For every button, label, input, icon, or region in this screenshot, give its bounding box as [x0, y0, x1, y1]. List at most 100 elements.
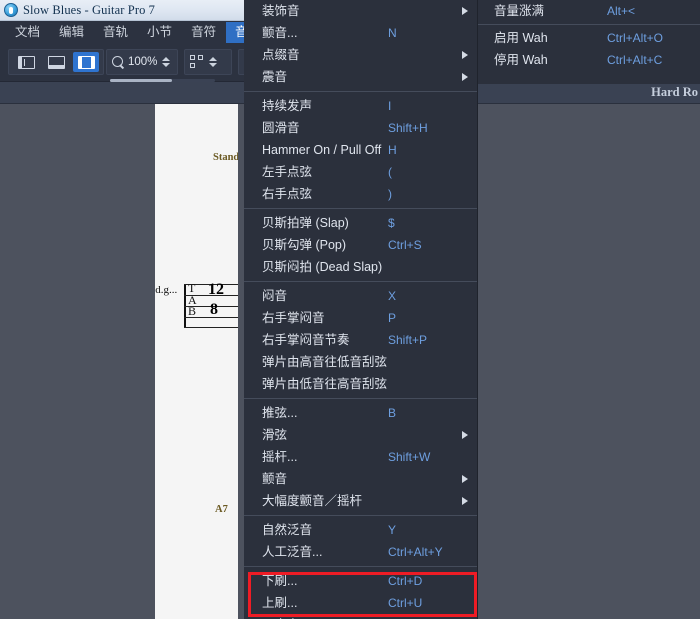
chevron-right-icon: [462, 431, 468, 439]
menu-item-pick-scrape-down[interactable]: 弹片由高音往低音刮弦: [244, 351, 477, 373]
menu-item-dead-slap[interactable]: 贝斯闷拍 (Dead Slap): [244, 256, 477, 278]
chevron-right-icon: [462, 51, 468, 59]
menubar-item-edit[interactable]: 编辑: [50, 22, 93, 43]
menu-item-label: 左手点弦: [262, 165, 313, 179]
horizontal-page-icon: [47, 55, 65, 69]
menu-separator: [244, 91, 477, 92]
menu-item-accelerator: Ctrl+D: [388, 574, 423, 588]
score-sheet[interactable]: Stand o.d.g... TAB 12 8 A7: [155, 104, 238, 619]
menubar-item-document[interactable]: 文档: [6, 22, 49, 43]
layout-stepper[interactable]: [208, 57, 217, 67]
submenu-item-label: 音量涨满: [494, 4, 545, 18]
menu-item-grace-note[interactable]: 装饰音: [244, 0, 477, 22]
menu-item-accelerator: Shift+P: [388, 333, 428, 347]
layout-control[interactable]: [184, 49, 232, 75]
chevron-up-icon: [208, 57, 217, 61]
view-horizontal-page-button[interactable]: [43, 52, 69, 72]
tab-system[interactable]: TAB 12 8: [184, 281, 238, 328]
menu-item-accelerator: Ctrl+S: [388, 238, 422, 252]
submenu-item-label: 启用 Wah: [494, 31, 548, 45]
chevron-down-icon: [208, 63, 217, 67]
time-signature-numerator: 12: [208, 281, 224, 298]
menu-item-label: 弹片由高音往低音刮弦: [262, 355, 388, 369]
menu-item-accelerator: Shift+H: [388, 121, 428, 135]
submenu-item-volume-swell[interactable]: 音量涨满 Alt+<: [478, 0, 700, 22]
menu-item-accelerator: X: [388, 289, 397, 303]
menu-item-pick-scrape-up[interactable]: 弹片由低音往高音刮弦: [244, 373, 477, 395]
menu-item-label: 贝斯勾弹 (Pop): [262, 238, 347, 252]
menu-separator: [244, 398, 477, 399]
search-icon: [112, 55, 125, 69]
menu-item-hammer-on-pull-off[interactable]: Hammer On / Pull Off H: [244, 139, 477, 161]
menu-item-label: 贝斯拍弹 (Slap): [262, 216, 349, 230]
menubar-item-bar[interactable]: 小节: [138, 22, 181, 43]
effects-submenu: 音量涨满 Alt+< 启用 Wah Ctrl+Alt+O 停用 Wah Ctrl…: [478, 0, 700, 84]
menu-item-dead-note[interactable]: 闷音 X: [244, 285, 477, 307]
menu-item-label: 震音: [262, 70, 288, 84]
menu-item-tremolo[interactable]: 震音: [244, 66, 477, 88]
time-signature-denominator: 8: [210, 301, 218, 318]
menu-separator: [244, 566, 477, 567]
menu-item-legato[interactable]: 圆滑音 Shift+H: [244, 117, 477, 139]
menu-item-accelerator: (: [388, 165, 392, 179]
chevron-right-icon: [462, 497, 468, 505]
chevron-right-icon: [462, 475, 468, 483]
menu-item-accelerator: $: [388, 216, 395, 230]
menubar-item-note[interactable]: 音符: [182, 22, 225, 43]
menu-item-accelerator: Y: [388, 523, 397, 537]
menu-item-label: 自然泛音: [262, 523, 313, 537]
menu-item-vibrato[interactable]: 颤音: [244, 468, 477, 490]
menu-item-brush-down[interactable]: 下刷... Ctrl+D: [244, 570, 477, 592]
menu-item-ornament[interactable]: 点缀音: [244, 44, 477, 66]
tab-clef-letters: TAB: [188, 281, 197, 318]
menu-item-left-hand-tapping[interactable]: 左手点弦 (: [244, 161, 477, 183]
menu-item-right-hand-tapping[interactable]: 右手点弦 ): [244, 183, 477, 205]
submenu-item-wah-off[interactable]: 停用 Wah Ctrl+Alt+C: [478, 49, 700, 71]
menu-item-palm-mute[interactable]: 右手掌闷音 P: [244, 307, 477, 329]
menu-item-bend[interactable]: 推弦... B: [244, 402, 477, 424]
menu-item-artificial-harmonic[interactable]: 人工泛音... Ctrl+Alt+Y: [244, 541, 477, 563]
menu-item-let-ring[interactable]: 持续发声 I: [244, 95, 477, 117]
submenu-item-wah-on[interactable]: 启用 Wah Ctrl+Alt+O: [478, 27, 700, 49]
menu-item-accelerator: Ctrl+U: [388, 596, 423, 610]
menu-item-label: 颤音...: [262, 26, 298, 40]
menu-item-label: 摇杆...: [262, 450, 298, 464]
menu-item-slide[interactable]: 滑弦: [244, 424, 477, 446]
menu-item-label: 点缀音: [262, 48, 300, 62]
menu-item-wide-vibrato[interactable]: 大幅度颤音／摇杆: [244, 490, 477, 512]
chevron-up-icon: [161, 57, 170, 61]
zoom-control[interactable]: 100%: [106, 49, 178, 75]
menu-separator: [244, 281, 477, 282]
menu-item-palm-mute-rhythm[interactable]: 右手掌闷音节奏 Shift+P: [244, 329, 477, 351]
view-vertical-page-button[interactable]: [13, 52, 39, 72]
menu-item-label: 右手掌闷音节奏: [262, 333, 350, 347]
menu-item-brush-up[interactable]: 上刷... Ctrl+U: [244, 592, 477, 614]
menu-item-label: 弹片由低音往高音刮弦: [262, 377, 388, 391]
view-single-page-button[interactable]: [73, 52, 99, 72]
menubar-item-track[interactable]: 音轨: [94, 22, 137, 43]
menu-item-arpeggio-down[interactable]: 琶音向下... Ctrl+Shift+D: [244, 614, 477, 619]
grid-layout-icon: [190, 55, 204, 69]
menu-item-trill[interactable]: 颤音... N: [244, 22, 477, 44]
menu-item-bass-slap[interactable]: 贝斯拍弹 (Slap) $: [244, 212, 477, 234]
submenu-separator: [478, 24, 700, 25]
menu-item-bass-pop[interactable]: 贝斯勾弹 (Pop) Ctrl+S: [244, 234, 477, 256]
menu-item-natural-harmonic[interactable]: 自然泛音 Y: [244, 519, 477, 541]
menu-separator: [244, 515, 477, 516]
menu-item-label: 贝斯闷拍 (Dead Slap): [262, 260, 383, 274]
menu-item-accelerator: Shift+W: [388, 450, 431, 464]
menu-item-label: 持续发声: [262, 99, 313, 113]
menu-item-whammy-bar[interactable]: 摇杆... Shift+W: [244, 446, 477, 468]
zoom-stepper[interactable]: [161, 57, 170, 67]
menu-item-label: 闷音: [262, 289, 288, 303]
chevron-right-icon: [462, 73, 468, 81]
vertical-page-icon: [17, 55, 35, 69]
menu-item-accelerator: N: [388, 26, 397, 40]
submenu-item-accelerator: Ctrl+Alt+C: [607, 53, 663, 67]
menu-item-label: 推弦...: [262, 406, 298, 420]
menu-item-label: 上刷...: [262, 596, 298, 610]
menu-item-label: 滑弦: [262, 428, 288, 442]
menu-item-label: Hammer On / Pull Off: [262, 143, 382, 157]
menu-item-accelerator: I: [388, 99, 392, 113]
menu-item-label: 下刷...: [262, 574, 298, 588]
